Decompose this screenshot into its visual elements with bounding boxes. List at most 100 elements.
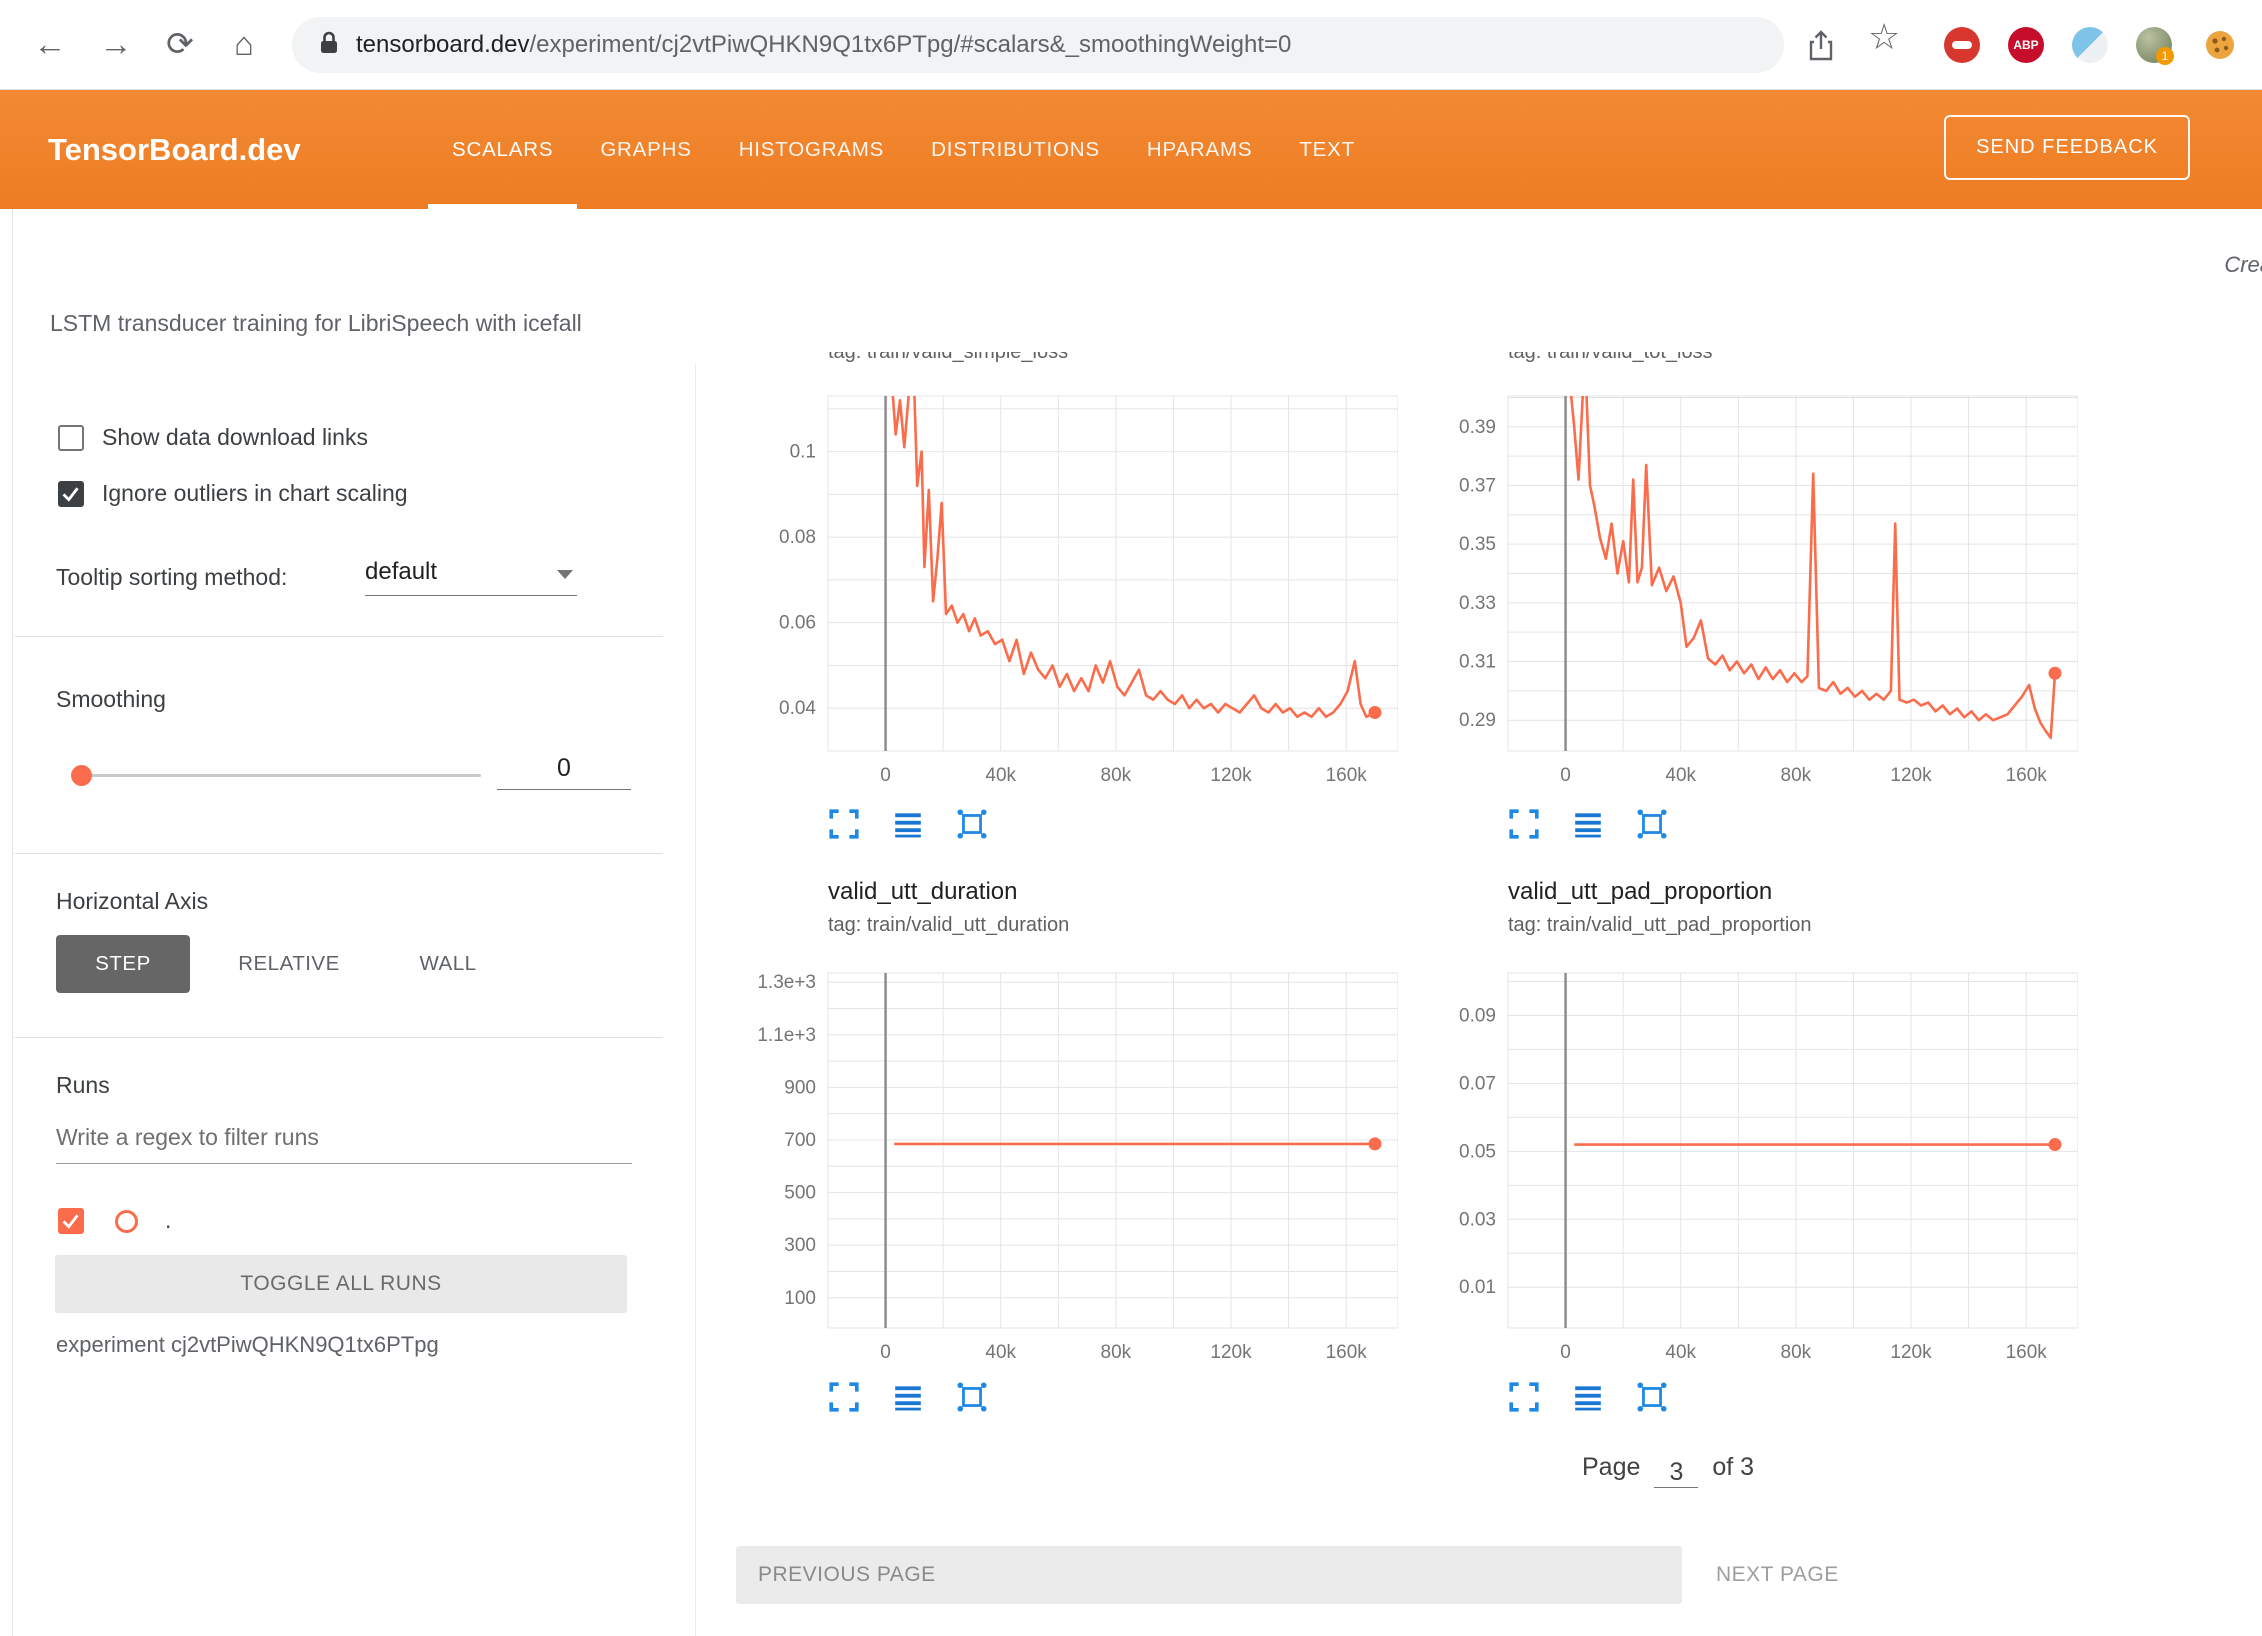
svg-text:0.08: 0.08: [779, 527, 816, 548]
app-logo: TensorBoard.dev: [48, 90, 301, 209]
svg-text:1.3e+3: 1.3e+3: [758, 972, 816, 993]
profile-avatar[interactable]: 1: [2136, 27, 2172, 63]
chart-tag-clipped: tag: train/valid_simple_loss: [758, 352, 1398, 366]
axis-wall-button[interactable]: WALL: [393, 935, 503, 993]
experiment-id-label: experiment cj2vtPiwQHKN9Q1tx6PTpg: [56, 1332, 439, 1358]
tab-graphs[interactable]: GRAPHS: [600, 90, 691, 209]
address-bar[interactable]: tensorboard.dev/experiment/cj2vtPiwQHKN9…: [292, 17, 1784, 73]
svg-text:0.31: 0.31: [1459, 652, 1496, 673]
chevron-down-icon: [557, 570, 573, 579]
svg-text:120k: 120k: [1210, 765, 1252, 786]
svg-text:0: 0: [880, 765, 891, 786]
forward-icon[interactable]: →: [88, 0, 144, 90]
svg-text:0.35: 0.35: [1459, 534, 1496, 555]
line-chart[interactable]: 1003005007009001.1e+31.3e+3040k80k120k16…: [758, 943, 1398, 1373]
tab-text[interactable]: TEXT: [1299, 90, 1355, 209]
run-checkbox[interactable]: [58, 1208, 84, 1234]
smoothing-slider-thumb[interactable]: [71, 765, 92, 786]
svg-text:0.37: 0.37: [1459, 475, 1496, 496]
log-scale-icon[interactable]: [1572, 1381, 1604, 1413]
page-label: Page: [1582, 1453, 1640, 1482]
svg-text:0.06: 0.06: [779, 613, 816, 634]
settings-sidebar: Show data download links Ignore outliers…: [13, 364, 695, 1636]
fit-domain-icon[interactable]: [956, 808, 988, 840]
fullscreen-icon[interactable]: [828, 1381, 860, 1413]
bookmark-star-icon[interactable]: ☆: [1868, 16, 1900, 58]
lock-icon: [318, 30, 340, 61]
svg-text:120k: 120k: [1890, 1342, 1932, 1363]
chart-tag-clipped: tag: train/valid_tot_loss: [1438, 352, 2078, 366]
chart-title: valid_utt_pad_proportion: [1508, 878, 2078, 906]
svg-text:80k: 80k: [1101, 765, 1132, 786]
svg-text:0.01: 0.01: [1459, 1277, 1496, 1298]
axis-step-button[interactable]: STEP: [56, 935, 190, 993]
svg-text:0.1: 0.1: [790, 442, 816, 463]
tab-hparams[interactable]: HPARAMS: [1147, 90, 1252, 209]
home-icon[interactable]: ⌂: [216, 0, 272, 90]
svg-text:80k: 80k: [1781, 1342, 1812, 1363]
created-text-clipped: Crea: [2224, 252, 2262, 278]
fullscreen-icon[interactable]: [1508, 808, 1540, 840]
log-scale-icon[interactable]: [892, 808, 924, 840]
svg-text:0.33: 0.33: [1459, 593, 1496, 614]
chart-toolbar: [1508, 1381, 2078, 1413]
svg-text:100: 100: [784, 1288, 816, 1309]
tooltip-sort-value: default: [365, 558, 437, 585]
fit-domain-icon[interactable]: [1636, 808, 1668, 840]
fullscreen-icon[interactable]: [1508, 1381, 1540, 1413]
chart-toolbar: [1508, 808, 2078, 840]
reload-icon[interactable]: ⟳: [152, 0, 208, 90]
svg-text:1.1e+3: 1.1e+3: [758, 1025, 816, 1046]
tab-histograms[interactable]: HISTOGRAMS: [739, 90, 884, 209]
tooltip-sort-dropdown[interactable]: default: [365, 554, 577, 596]
runs-filter-input[interactable]: [56, 1112, 632, 1164]
main-nav: SCALARS GRAPHS HISTOGRAMS DISTRIBUTIONS …: [452, 90, 1355, 209]
back-icon[interactable]: ←: [22, 0, 78, 90]
svg-text:40k: 40k: [1665, 765, 1696, 786]
extension-icon[interactable]: [2072, 27, 2108, 63]
show-download-links-checkbox[interactable]: [58, 425, 84, 451]
line-chart[interactable]: 0.010.030.050.070.09040k80k120k160k: [1438, 943, 2078, 1373]
abp-extension-icon[interactable]: ABP: [2008, 27, 2044, 63]
line-chart[interactable]: 0.040.060.080.1040k80k120k160k: [758, 366, 1398, 796]
smoothing-value-input[interactable]: [497, 748, 631, 790]
smoothing-slider-track[interactable]: [81, 774, 481, 777]
chart-toolbar: [828, 1381, 1398, 1413]
cookie-icon[interactable]: [2204, 29, 2236, 66]
send-feedback-button[interactable]: SEND FEEDBACK: [1944, 115, 2190, 180]
tab-scalars[interactable]: SCALARS: [452, 90, 553, 209]
svg-text:0: 0: [880, 1342, 891, 1363]
smoothing-label: Smoothing: [56, 686, 166, 713]
page-number-input[interactable]: [1654, 1458, 1698, 1488]
chart-card: tag: train/valid_simple_loss 0.040.060.0…: [758, 352, 1398, 840]
svg-text:0: 0: [1560, 765, 1571, 786]
tab-distributions[interactable]: DISTRIBUTIONS: [931, 90, 1100, 209]
log-scale-icon[interactable]: [1572, 808, 1604, 840]
svg-text:0.05: 0.05: [1459, 1141, 1496, 1162]
run-color-swatch: [115, 1210, 138, 1233]
svg-text:40k: 40k: [985, 765, 1016, 786]
fit-domain-icon[interactable]: [1636, 1381, 1668, 1413]
browser-chrome: ← → ⟳ ⌂ tensorboard.dev/experiment/cj2vt…: [0, 0, 2262, 90]
svg-text:120k: 120k: [1210, 1342, 1252, 1363]
line-chart[interactable]: 0.290.310.330.350.370.39040k80k120k160k: [1438, 366, 2078, 796]
previous-page-button[interactable]: PREVIOUS PAGE: [736, 1546, 1682, 1604]
ignore-outliers-checkbox[interactable]: [58, 481, 84, 507]
adblock-extension-icon[interactable]: [1944, 27, 1980, 63]
svg-text:0.09: 0.09: [1459, 1005, 1496, 1026]
axis-relative-button[interactable]: RELATIVE: [209, 935, 369, 993]
ignore-outliers-label: Ignore outliers in chart scaling: [102, 480, 408, 507]
sidebar-divider: [695, 364, 696, 1636]
share-icon[interactable]: [1806, 28, 1836, 69]
svg-text:160k: 160k: [1326, 765, 1368, 786]
next-page-button[interactable]: NEXT PAGE: [1716, 1546, 1839, 1604]
fullscreen-icon[interactable]: [828, 808, 860, 840]
horizontal-axis-label: Horizontal Axis: [56, 888, 208, 915]
chart-card: valid_utt_duration tag: train/valid_utt_…: [758, 878, 1398, 1413]
divider: [15, 636, 663, 637]
log-scale-icon[interactable]: [892, 1381, 924, 1413]
svg-text:0.07: 0.07: [1459, 1073, 1496, 1094]
toggle-all-runs-button[interactable]: TOGGLE ALL RUNS: [55, 1255, 627, 1313]
svg-text:0.29: 0.29: [1459, 710, 1496, 731]
fit-domain-icon[interactable]: [956, 1381, 988, 1413]
